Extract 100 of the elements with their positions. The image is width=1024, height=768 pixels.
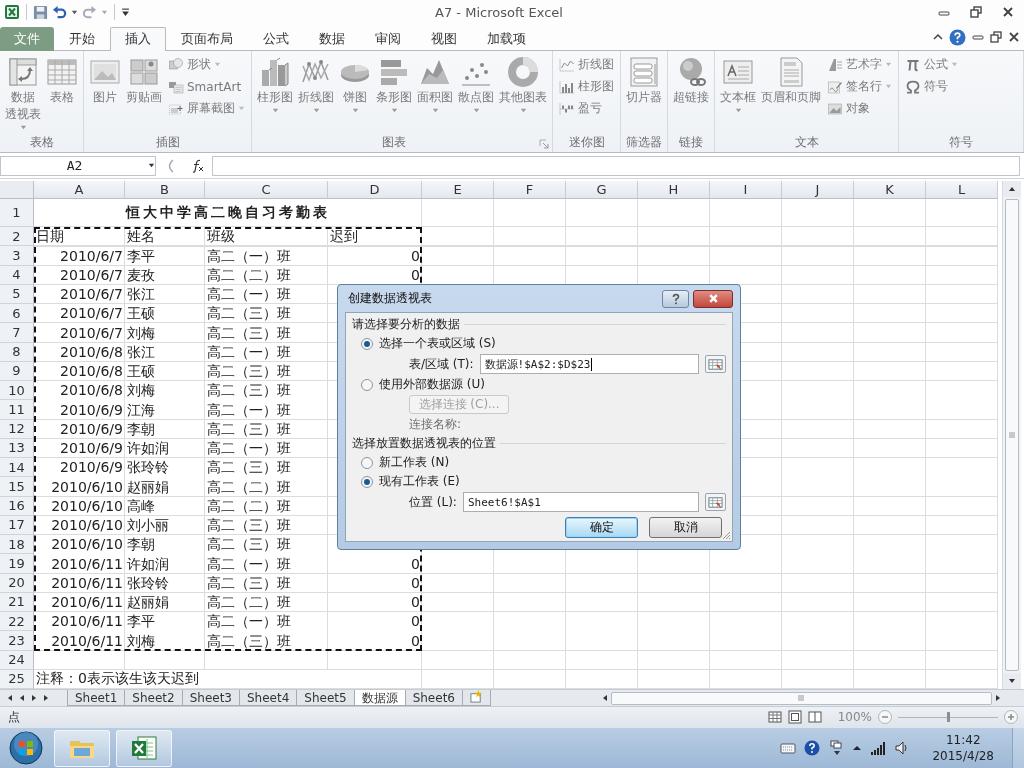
row-header[interactable]: 19	[0, 554, 34, 574]
ribbon-button[interactable]: 柱形图	[255, 52, 295, 114]
ribbon-button[interactable]: 折线图	[296, 52, 336, 114]
ribbon-button[interactable]: 剪贴画	[124, 52, 164, 105]
input-field[interactable]: 数据源!$A$2:$D$23	[479, 354, 699, 374]
scroll-up-button[interactable]	[1003, 181, 1021, 198]
column-header[interactable]: D	[328, 181, 422, 200]
ribbon-button[interactable]: 形状	[165, 53, 248, 76]
radio-button[interactable]	[361, 475, 373, 488]
radio-label[interactable]: 现有工作表 (E)	[379, 473, 460, 490]
row-header[interactable]: 15	[0, 477, 34, 497]
input-field[interactable]: Sheet6!$A$1	[462, 492, 699, 512]
dialog-launcher-button[interactable]	[538, 137, 550, 150]
page-break-view-icon[interactable]	[807, 710, 822, 725]
close-button[interactable]	[693, 289, 733, 308]
ribbon-button[interactable]: 数据 透视表	[3, 52, 43, 131]
ribbon-button[interactable]: 艺术字	[824, 53, 895, 76]
radio-button[interactable]	[361, 456, 373, 469]
ribbon-tab[interactable]: 开始	[54, 26, 110, 51]
normal-view-icon[interactable]	[767, 710, 782, 725]
row-header[interactable]: 16	[0, 496, 34, 516]
row-header[interactable]: 21	[0, 592, 34, 613]
range-select-button[interactable]	[705, 355, 726, 373]
close-icon[interactable]	[1008, 31, 1020, 44]
sheet-tab[interactable]: Sheet5	[296, 690, 355, 707]
ribbon-button[interactable]: 公式	[902, 53, 961, 76]
ribbon-button[interactable]: 符号	[902, 75, 961, 98]
range-select-button[interactable]	[705, 493, 726, 511]
scroll-down-button[interactable]	[1003, 673, 1021, 690]
row-header[interactable]: 14	[0, 458, 34, 478]
sheet-tab[interactable]: Sheet2	[124, 690, 183, 707]
ribbon-tab[interactable]: 审阅	[360, 26, 416, 51]
zoom-in-button[interactable]	[1004, 710, 1018, 725]
ribbon-button[interactable]: 页眉和页脚	[759, 52, 823, 105]
clock[interactable]: 11:42 2015/4/28	[932, 732, 994, 764]
ribbon-button[interactable]: 其他图表	[497, 52, 549, 114]
column-header[interactable]: I	[710, 181, 782, 200]
column-header[interactable]: G	[566, 181, 638, 200]
column-header[interactable]: E	[422, 181, 494, 200]
row-header[interactable]: 25	[0, 669, 34, 690]
sheet-tab[interactable]: Sheet3	[181, 690, 240, 707]
sheet-tab[interactable]: Sheet1	[67, 690, 126, 707]
ribbon-button[interactable]: 文本框	[718, 52, 758, 114]
stacked-windows-icon[interactable]	[828, 740, 845, 756]
radio-label[interactable]: 新工作表 (N)	[379, 454, 450, 471]
sheet-tab[interactable]: Sheet4	[239, 690, 298, 707]
name-box[interactable]: A2	[0, 155, 156, 176]
row-header[interactable]: 8	[0, 342, 34, 362]
formula-input[interactable]	[212, 155, 1020, 176]
ribbon-button[interactable]: 屏幕截图	[165, 97, 248, 120]
chevron-up-icon[interactable]	[852, 743, 863, 753]
ribbon-tab[interactable]: 视图	[416, 26, 472, 51]
column-header[interactable]: K	[854, 181, 926, 200]
ribbon-button[interactable]: 折线图	[556, 53, 617, 76]
row-header[interactable]: 12	[0, 419, 34, 439]
ribbon-tab[interactable]: 页面布局	[166, 26, 248, 51]
ribbon-button[interactable]: 对象	[824, 97, 895, 120]
vertical-scrollbar[interactable]	[1002, 181, 1021, 690]
column-header[interactable]: J	[782, 181, 854, 200]
dialog-button[interactable]: 确定	[565, 517, 638, 538]
scroll-thumb[interactable]	[610, 691, 992, 705]
ribbon-button[interactable]: 表格	[44, 52, 80, 105]
zoom-slider-thumb[interactable]	[947, 711, 950, 722]
row-header[interactable]: 11	[0, 400, 34, 420]
ribbon-button[interactable]: SmartArt	[165, 75, 248, 98]
row-header[interactable]: 1	[0, 199, 34, 228]
restore-icon[interactable]	[990, 31, 1002, 44]
sheet-tab[interactable]: 数据源	[353, 690, 406, 707]
ribbon-button[interactable]: 签名行	[824, 75, 895, 98]
row-header[interactable]: 7	[0, 323, 34, 343]
row-header[interactable]: 3	[0, 246, 34, 266]
row-header[interactable]: 9	[0, 361, 34, 382]
column-header[interactable]: L	[926, 181, 998, 200]
column-header[interactable]: H	[638, 181, 710, 200]
row-header[interactable]: 18	[0, 535, 34, 555]
help-icon[interactable]	[804, 740, 821, 756]
row-header[interactable]: 10	[0, 381, 34, 401]
customize-icon[interactable]	[121, 7, 130, 17]
column-header[interactable]: B	[125, 181, 205, 200]
ribbon-button[interactable]: 切片器	[624, 52, 664, 105]
ribbon-button[interactable]: 散点图	[456, 52, 496, 114]
keyboard-icon[interactable]	[780, 740, 797, 756]
taskbar-button[interactable]	[54, 729, 110, 767]
row-header[interactable]: 6	[0, 304, 34, 324]
ribbon-button[interactable]: 条形图	[374, 52, 414, 114]
ribbon-button[interactable]: 饼图	[337, 52, 373, 114]
row-header[interactable]: 20	[0, 573, 34, 593]
column-header[interactable]: A	[34, 181, 125, 200]
dialog-button[interactable]: 取消	[649, 517, 722, 538]
save-icon[interactable]	[33, 4, 48, 20]
row-header[interactable]: 24	[0, 650, 34, 670]
taskbar-button[interactable]	[116, 729, 172, 767]
radio-label[interactable]: 使用外部数据源 (U)	[379, 376, 485, 393]
row-header[interactable]: 2	[0, 227, 34, 247]
undo-icon[interactable]	[52, 4, 67, 20]
ribbon-button[interactable]: 图片	[87, 52, 123, 105]
ribbon-tab[interactable]: 数据	[304, 26, 360, 51]
radio-button[interactable]	[361, 337, 373, 350]
ribbon-button[interactable]: 超链接	[671, 52, 711, 105]
signal-icon[interactable]	[870, 740, 887, 756]
